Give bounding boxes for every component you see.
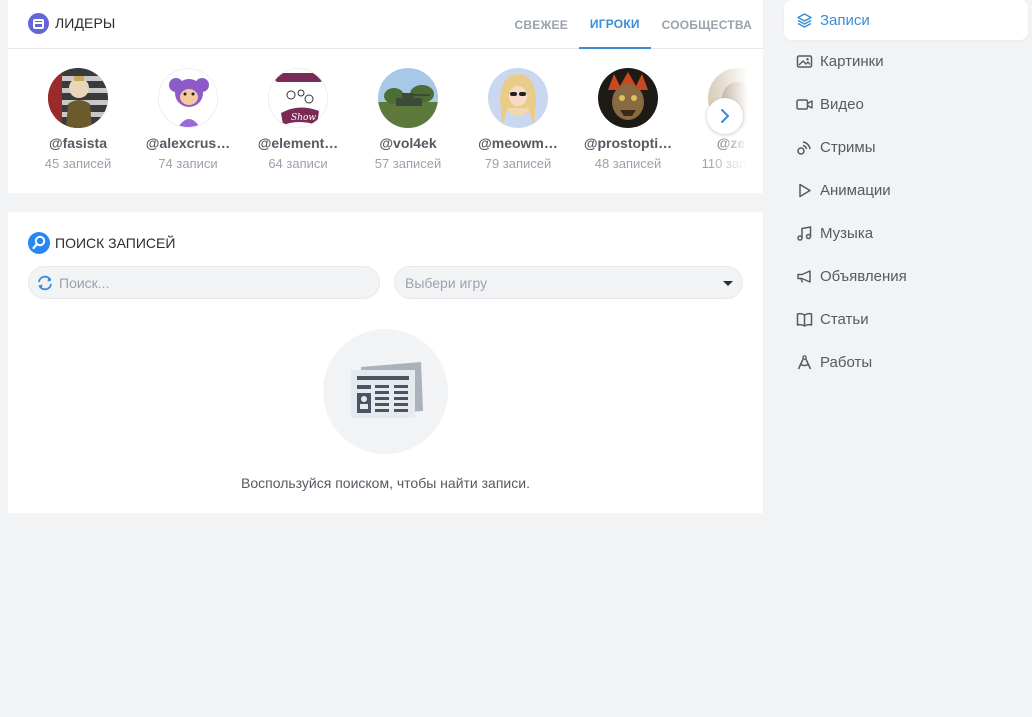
sidebar-item-ads[interactable]: Объявления	[784, 255, 1028, 298]
leader-item[interactable]: @alexcrus… 74 записи	[133, 68, 243, 171]
leader-handle[interactable]: @element…	[243, 135, 353, 151]
tab-communities[interactable]: СООБЩЕСТВА	[651, 0, 763, 49]
play-icon	[796, 182, 813, 199]
sidebar-item-label: Музыка	[820, 225, 874, 242]
avatar[interactable]	[488, 68, 548, 128]
leader-item[interactable]: @prostopti… 48 записей	[573, 68, 683, 171]
refresh-icon[interactable]	[36, 275, 54, 291]
leader-count: 57 записей	[374, 156, 442, 171]
leader-count: 74 записи	[158, 156, 218, 171]
leader-count: 48 записей	[594, 156, 662, 171]
sidebar-item-works[interactable]: Работы	[784, 341, 1028, 384]
leader-count: 64 записи	[268, 156, 328, 171]
leaders-list: @fasista 45 записей @alexcrus… 74 записи…	[8, 49, 748, 179]
avatar[interactable]	[158, 68, 218, 128]
sidebar-item-music[interactable]: Музыка	[784, 212, 1028, 255]
stream-icon	[796, 139, 813, 156]
sidebar-item-images[interactable]: Картинки	[784, 40, 1028, 83]
tab-players[interactable]: ИГРОКИ	[578, 0, 651, 49]
search-icon	[28, 232, 50, 254]
newspaper-icon	[351, 362, 423, 418]
search-title: ПОИСК ЗАПИСЕЙ	[55, 235, 176, 251]
leader-item[interactable]: @fasista 45 записей	[23, 68, 133, 171]
leaders-header: ЛИДЕРЫ СВЕЖЕЕ ИГРОКИ СООБЩЕСТВА	[8, 0, 763, 49]
leaders-icon	[28, 13, 49, 34]
sidebar-item-label: Стримы	[820, 139, 876, 156]
leaders-card: ЛИДЕРЫ СВЕЖЕЕ ИГРОКИ СООБЩЕСТВА @fasista…	[8, 0, 763, 193]
next-leaders-button[interactable]	[707, 98, 743, 134]
tab-fresh[interactable]: СВЕЖЕЕ	[504, 0, 579, 49]
sidebar-item-label: Объявления	[820, 268, 907, 285]
sidebar-item-posts[interactable]: Записи	[784, 0, 1028, 40]
leader-item[interactable]: @vol4ek 57 записей	[353, 68, 463, 171]
sidebar-item-label: Анимации	[820, 182, 891, 199]
leader-item[interactable]: @meowm… 79 записей	[463, 68, 573, 171]
leader-handle[interactable]: @ze…	[683, 135, 748, 151]
leaders-title: ЛИДЕРЫ	[55, 15, 116, 31]
sidebar-nav: Записи Картинки Видео Стримы Анимации Му…	[784, 0, 1028, 384]
svg-text:Show: Show	[291, 113, 316, 123]
leader-count: 110 записей	[701, 156, 748, 171]
music-icon	[796, 225, 813, 242]
works-icon	[796, 354, 813, 371]
search-card: ПОИСК ЗАПИСЕЙ Выбери игру	[8, 212, 763, 513]
layers-icon	[796, 12, 813, 29]
avatar[interactable]	[378, 68, 438, 128]
image-icon	[796, 53, 813, 70]
empty-state-text: Воспользуйся поиском, чтобы найти записи…	[241, 475, 530, 491]
chevron-down-icon	[723, 281, 733, 286]
game-select[interactable]: Выбери игру	[394, 266, 743, 299]
sidebar-item-label: Статьи	[820, 311, 869, 328]
sidebar-item-label: Картинки	[820, 53, 884, 70]
chevron-right-icon	[721, 109, 729, 123]
game-select-placeholder: Выбери игру	[405, 275, 488, 291]
leader-item[interactable]: Show @element… 64 записи	[243, 68, 353, 171]
search-header: ПОИСК ЗАПИСЕЙ	[8, 212, 763, 264]
leader-handle[interactable]: @meowm…	[463, 135, 573, 151]
sidebar-item-streams[interactable]: Стримы	[784, 126, 1028, 169]
sidebar-item-label: Видео	[820, 96, 864, 113]
sidebar-item-label: Работы	[820, 354, 873, 371]
avatar[interactable]: Show	[268, 68, 328, 128]
search-field[interactable]	[28, 266, 380, 299]
empty-state-illustration	[323, 329, 448, 454]
avatar[interactable]	[598, 68, 658, 128]
sidebar-item-video[interactable]: Видео	[784, 83, 1028, 126]
search-input[interactable]	[59, 267, 369, 298]
sidebar-item-articles[interactable]: Статьи	[784, 298, 1028, 341]
leader-handle[interactable]: @vol4ek	[353, 135, 463, 151]
leader-handle[interactable]: @prostopti…	[573, 135, 683, 151]
leader-handle[interactable]: @fasista	[23, 135, 133, 151]
megaphone-icon	[796, 268, 813, 285]
leader-count: 79 записей	[484, 156, 552, 171]
avatar[interactable]	[48, 68, 108, 128]
leaders-tabs: СВЕЖЕЕ ИГРОКИ СООБЩЕСТВА	[504, 0, 763, 49]
sidebar-item-label: Записи	[820, 11, 870, 29]
leader-handle[interactable]: @alexcrus…	[133, 135, 243, 151]
video-icon	[796, 96, 813, 113]
leader-count: 45 записей	[44, 156, 112, 171]
sidebar-item-animations[interactable]: Анимации	[784, 169, 1028, 212]
book-icon	[796, 311, 813, 328]
